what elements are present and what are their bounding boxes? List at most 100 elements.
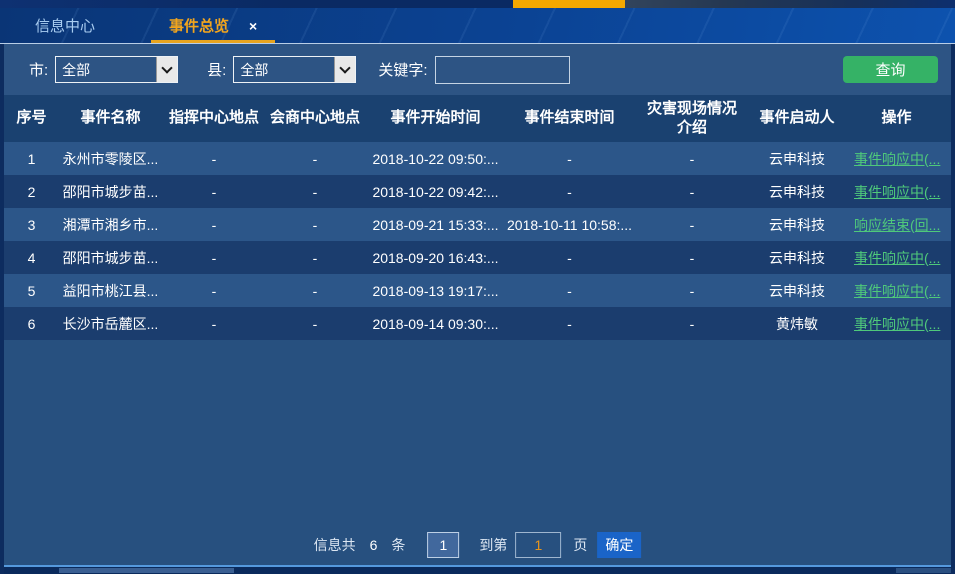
county-select-value: 全部 bbox=[234, 60, 334, 80]
scrollbar-thumb[interactable] bbox=[59, 568, 234, 573]
cell-command-center: - bbox=[162, 151, 266, 167]
cell-index: 3 bbox=[4, 217, 59, 233]
cell-start-time: 2018-09-20 16:43:... bbox=[364, 250, 507, 266]
cell-initiator: 云申科技 bbox=[752, 281, 842, 301]
column-header-consult-center: 会商中心地点 bbox=[266, 109, 364, 128]
cell-initiator: 黄炜敏 bbox=[752, 314, 842, 334]
event-status-link[interactable]: 事件响应中(... bbox=[842, 149, 951, 169]
goto-page-suffix: 页 bbox=[573, 535, 587, 555]
cell-consult-center: - bbox=[266, 151, 364, 167]
county-select[interactable]: 全部 bbox=[233, 56, 356, 83]
event-status-link[interactable]: 事件响应中(... bbox=[842, 314, 951, 334]
cell-event-name: 邵阳市城步苗... bbox=[59, 248, 162, 268]
event-status-link[interactable]: 事件响应中(... bbox=[842, 182, 951, 202]
city-select[interactable]: 全部 bbox=[55, 56, 178, 83]
cell-start-time: 2018-09-14 09:30:... bbox=[364, 316, 507, 332]
cell-end-time: - bbox=[507, 184, 632, 200]
cell-consult-center: - bbox=[266, 250, 364, 266]
cell-index: 1 bbox=[4, 151, 59, 167]
city-label: 市: bbox=[29, 59, 48, 80]
keyword-input[interactable] bbox=[435, 56, 570, 84]
tab-event-overview-label: 事件总览 bbox=[169, 15, 229, 36]
cell-start-time: 2018-09-21 15:33:... bbox=[364, 217, 507, 233]
cell-event-name: 永州市零陵区... bbox=[59, 149, 162, 169]
cell-index: 6 bbox=[4, 316, 59, 332]
pagination-total-prefix: 信息共 bbox=[314, 535, 356, 555]
tab-event-overview[interactable]: 事件总览 × bbox=[151, 8, 275, 43]
cell-scene-intro: - bbox=[632, 217, 752, 233]
cell-end-time: - bbox=[507, 250, 632, 266]
column-header-command-center: 指挥中心地点 bbox=[162, 109, 266, 128]
table-header: 序号 事件名称 指挥中心地点 会商中心地点 事件开始时间 事件结束时间 灾害现场… bbox=[4, 95, 951, 142]
column-header-scene-intro: 灾害现场情况介绍 bbox=[632, 100, 752, 138]
column-header-initiator: 事件启动人 bbox=[752, 109, 842, 128]
cell-end-time: - bbox=[507, 316, 632, 332]
cell-index: 4 bbox=[4, 250, 59, 266]
cell-start-time: 2018-10-22 09:42:... bbox=[364, 184, 507, 200]
table-row: 5 益阳市桃江县... - - 2018-09-13 19:17:... - -… bbox=[4, 274, 951, 307]
event-status-link[interactable]: 响应结束(回... bbox=[842, 215, 951, 235]
chevron-down-icon[interactable] bbox=[156, 57, 177, 82]
filter-bar: 市: 全部 县: 全部 关键字: 查询 bbox=[4, 44, 951, 95]
city-select-value: 全部 bbox=[56, 60, 156, 80]
county-label: 县: bbox=[207, 59, 226, 80]
tab-bar: 信息中心 事件总览 × bbox=[0, 8, 955, 44]
cell-end-time: 2018-10-11 10:58:... bbox=[507, 217, 632, 233]
app-window: 信息中心 事件总览 × 市: 全部 县: 全部 关键字: 查询 bbox=[0, 0, 955, 574]
cell-end-time: - bbox=[507, 151, 632, 167]
cell-index: 5 bbox=[4, 283, 59, 299]
cell-command-center: - bbox=[162, 250, 266, 266]
close-icon[interactable]: × bbox=[249, 18, 257, 34]
goto-page-label: 到第 bbox=[479, 535, 507, 555]
keyword-label: 关键字: bbox=[378, 59, 427, 80]
chevron-down-icon[interactable] bbox=[334, 57, 355, 82]
page-number-button[interactable]: 1 bbox=[427, 532, 459, 558]
confirm-page-button[interactable]: 确定 bbox=[597, 532, 641, 558]
table-row: 1 永州市零陵区... - - 2018-10-22 09:50:... - -… bbox=[4, 142, 951, 175]
cell-command-center: - bbox=[162, 184, 266, 200]
cell-command-center: - bbox=[162, 316, 266, 332]
pagination-total-count: 6 bbox=[370, 537, 378, 553]
top-nav-active-segment bbox=[513, 0, 625, 8]
table-row: 6 长沙市岳麓区... - - 2018-09-14 09:30:... - -… bbox=[4, 307, 951, 340]
column-header-action: 操作 bbox=[842, 109, 951, 128]
cell-consult-center: - bbox=[266, 184, 364, 200]
content-panel: 市: 全部 县: 全部 关键字: 查询 序号 事件名称 指挥中心地点 会商中心地… bbox=[0, 44, 955, 574]
tab-info-center[interactable]: 信息中心 bbox=[35, 15, 95, 36]
event-status-link[interactable]: 事件响应中(... bbox=[842, 281, 951, 301]
top-nav-photo-area bbox=[625, 0, 955, 8]
horizontal-scrollbar[interactable] bbox=[4, 567, 951, 574]
column-header-index: 序号 bbox=[4, 109, 59, 128]
cell-scene-intro: - bbox=[632, 151, 752, 167]
cell-event-name: 邵阳市城步苗... bbox=[59, 182, 162, 202]
top-nav-strip bbox=[0, 0, 955, 8]
cell-scene-intro: - bbox=[632, 250, 752, 266]
cell-index: 2 bbox=[4, 184, 59, 200]
scrollbar-corner bbox=[896, 568, 951, 573]
cell-consult-center: - bbox=[266, 283, 364, 299]
cell-start-time: 2018-10-22 09:50:... bbox=[364, 151, 507, 167]
cell-command-center: - bbox=[162, 283, 266, 299]
cell-initiator: 云申科技 bbox=[752, 149, 842, 169]
cell-command-center: - bbox=[162, 217, 266, 233]
table-row: 2 邵阳市城步苗... - - 2018-10-22 09:42:... - -… bbox=[4, 175, 951, 208]
cell-event-name: 湘潭市湘乡市... bbox=[59, 215, 162, 235]
event-status-link[interactable]: 事件响应中(... bbox=[842, 248, 951, 268]
goto-page-input[interactable] bbox=[515, 532, 561, 558]
column-header-start-time: 事件开始时间 bbox=[364, 109, 507, 128]
table-row: 3 湘潭市湘乡市... - - 2018-09-21 15:33:... 201… bbox=[4, 208, 951, 241]
cell-scene-intro: - bbox=[632, 184, 752, 200]
table-empty-area: 信息共 6 条 1 到第 页 确定 bbox=[4, 340, 951, 565]
cell-initiator: 云申科技 bbox=[752, 248, 842, 268]
cell-scene-intro: - bbox=[632, 283, 752, 299]
pagination-total-suffix: 条 bbox=[391, 535, 405, 555]
cell-scene-intro: - bbox=[632, 316, 752, 332]
cell-start-time: 2018-09-13 19:17:... bbox=[364, 283, 507, 299]
pagination-bar: 信息共 6 条 1 到第 页 确定 bbox=[314, 532, 642, 558]
query-button[interactable]: 查询 bbox=[843, 56, 938, 83]
cell-event-name: 长沙市岳麓区... bbox=[59, 314, 162, 334]
cell-initiator: 云申科技 bbox=[752, 182, 842, 202]
table-body: 1 永州市零陵区... - - 2018-10-22 09:50:... - -… bbox=[4, 142, 951, 340]
cell-end-time: - bbox=[507, 283, 632, 299]
cell-consult-center: - bbox=[266, 217, 364, 233]
